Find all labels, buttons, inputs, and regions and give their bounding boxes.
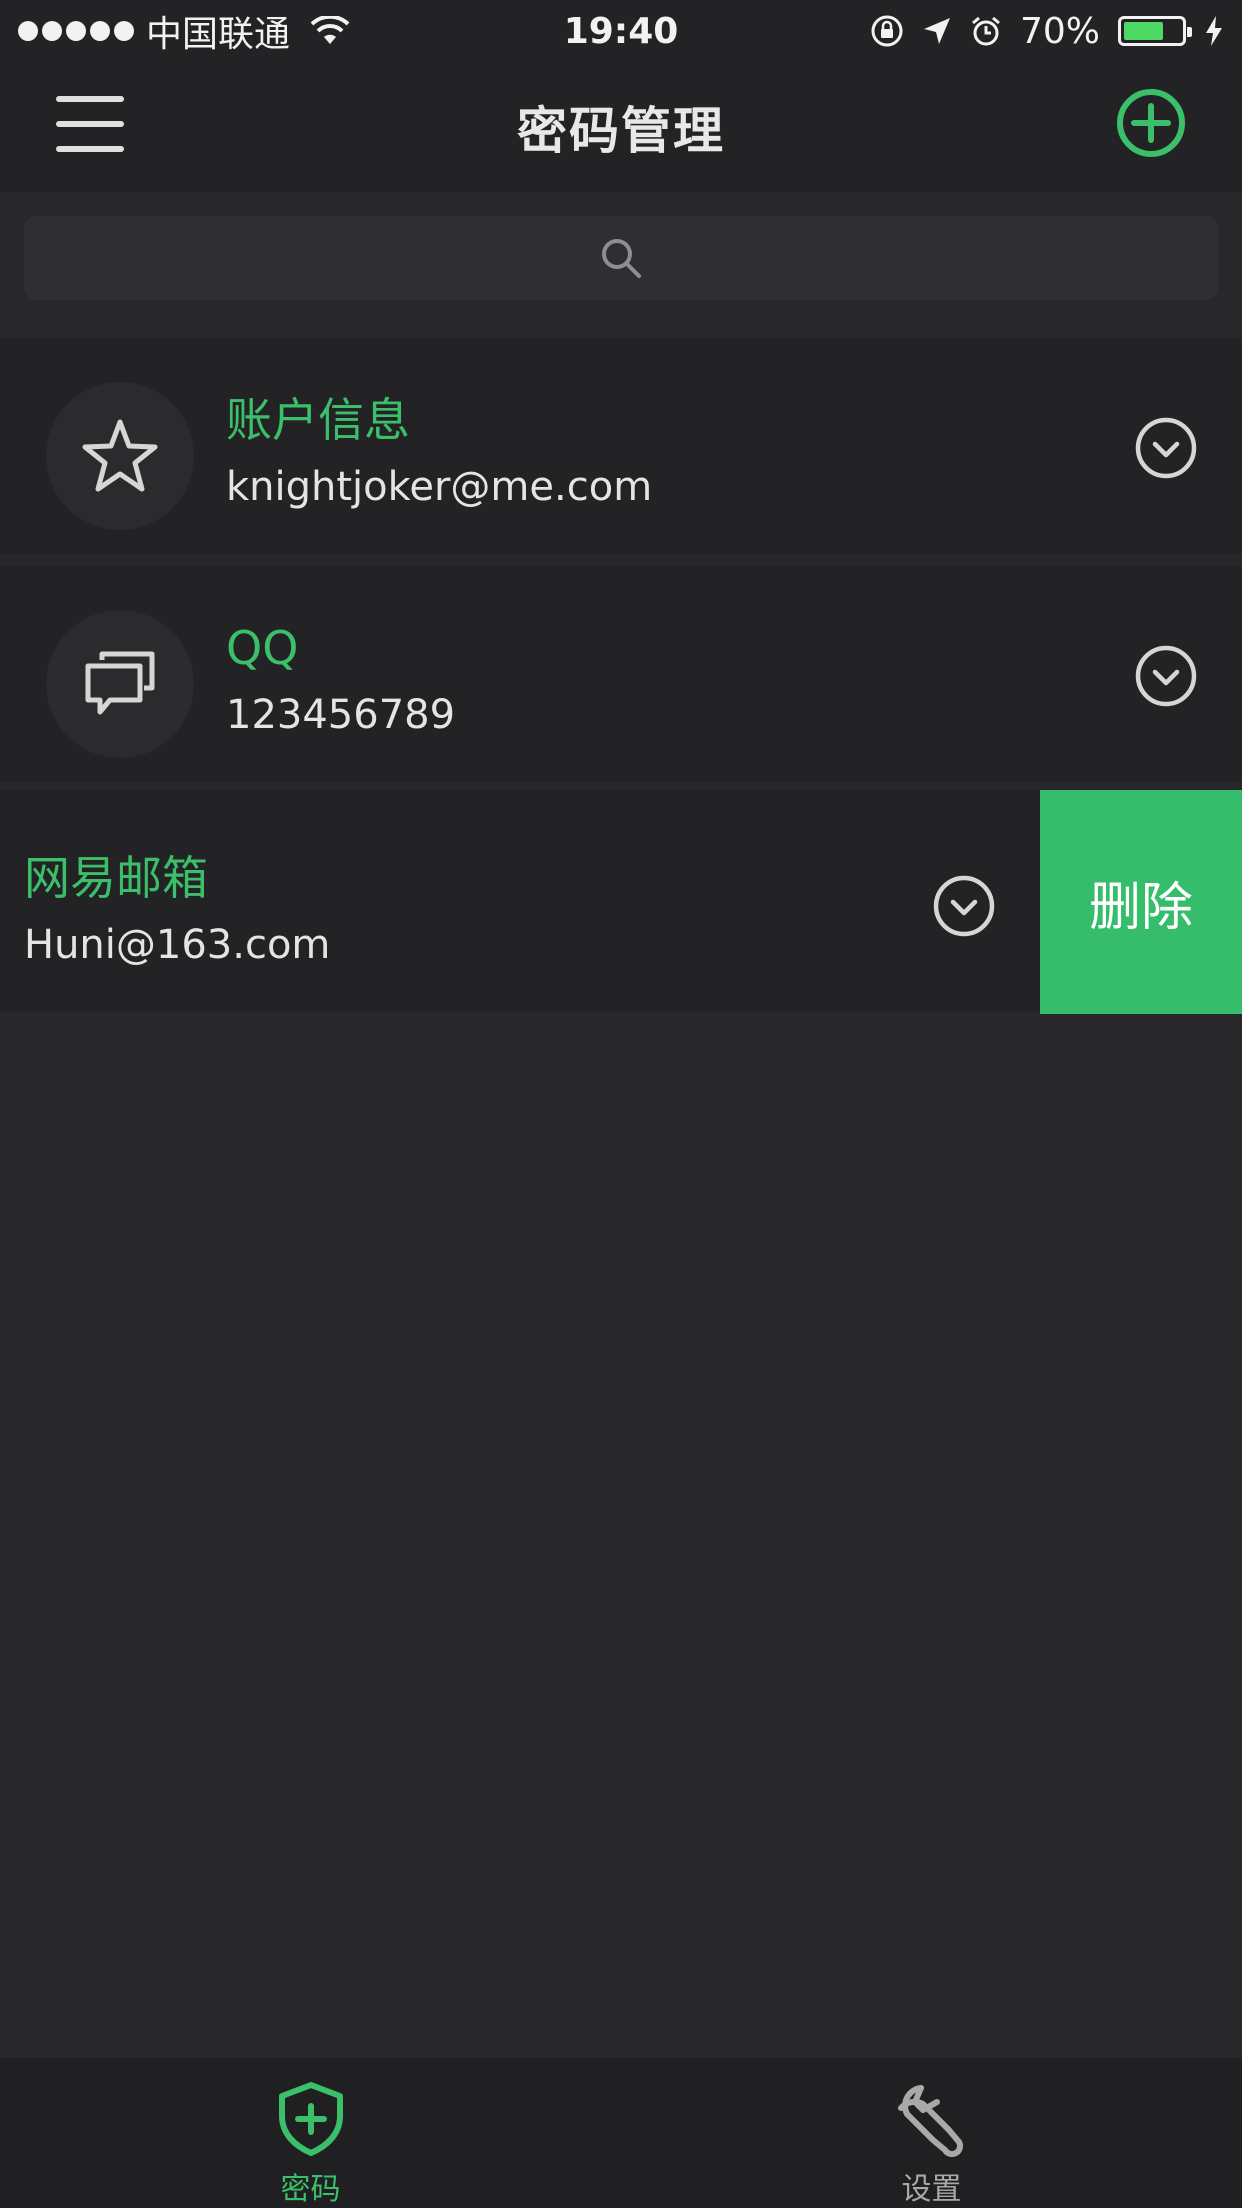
entry-account: knightjoker@me.com xyxy=(226,464,653,510)
tab-passwords[interactable]: 密码 xyxy=(0,2058,621,2208)
list-item[interactable]: 网易邮箱 Huni@163.com 删除 xyxy=(0,790,1242,1014)
shield-plus-icon xyxy=(278,2082,343,2156)
entry-avatar xyxy=(46,382,194,530)
entry-account: 123456789 xyxy=(226,692,456,738)
alarm-icon xyxy=(972,16,1000,46)
add-entry-button[interactable] xyxy=(1116,88,1186,158)
entry-title: 账户信息 xyxy=(226,393,410,447)
entry-avatar xyxy=(46,610,194,758)
tab-label: 设置 xyxy=(901,2172,962,2207)
entry-account: Huni@163.com xyxy=(24,922,331,968)
menu-icon[interactable] xyxy=(56,92,124,156)
chevron-down-icon[interactable] xyxy=(1134,416,1198,480)
entry-title: QQ xyxy=(226,621,299,675)
navigation-bar: 密码管理 xyxy=(0,62,1242,192)
location-arrow-icon xyxy=(923,18,950,44)
search-area xyxy=(0,192,1242,326)
carrier-name: 中国联通 xyxy=(146,14,291,55)
tab-label: 密码 xyxy=(280,2172,341,2207)
wifi-icon xyxy=(310,16,350,44)
tab-bar: 密码 设置 xyxy=(0,2058,1242,2208)
status-bar: 中国联通 19:40 70% xyxy=(0,0,1242,62)
list-item[interactable]: QQ 123456789 xyxy=(0,566,1242,782)
page-title: 密码管理 xyxy=(517,102,725,160)
rotation-lock-icon xyxy=(871,15,903,47)
signal-strength-icon xyxy=(18,21,134,41)
list-item[interactable]: 账户信息 knightjoker@me.com xyxy=(0,338,1242,554)
chevron-down-icon[interactable] xyxy=(932,874,996,938)
wrench-icon xyxy=(897,2085,963,2158)
battery-percent: 70% xyxy=(1019,10,1100,52)
search-icon xyxy=(602,239,641,278)
chat-bubbles-icon xyxy=(85,651,155,715)
star-icon xyxy=(82,419,158,492)
battery-level xyxy=(1124,22,1164,40)
charging-bolt-icon xyxy=(1206,16,1222,46)
entry-title: 网易邮箱 xyxy=(24,851,208,905)
tab-settings[interactable]: 设置 xyxy=(621,2058,1242,2208)
battery-icon xyxy=(1118,16,1192,46)
delete-button[interactable]: 删除 xyxy=(1040,790,1242,1014)
search-input[interactable] xyxy=(24,216,1218,300)
chevron-down-icon[interactable] xyxy=(1134,644,1198,708)
